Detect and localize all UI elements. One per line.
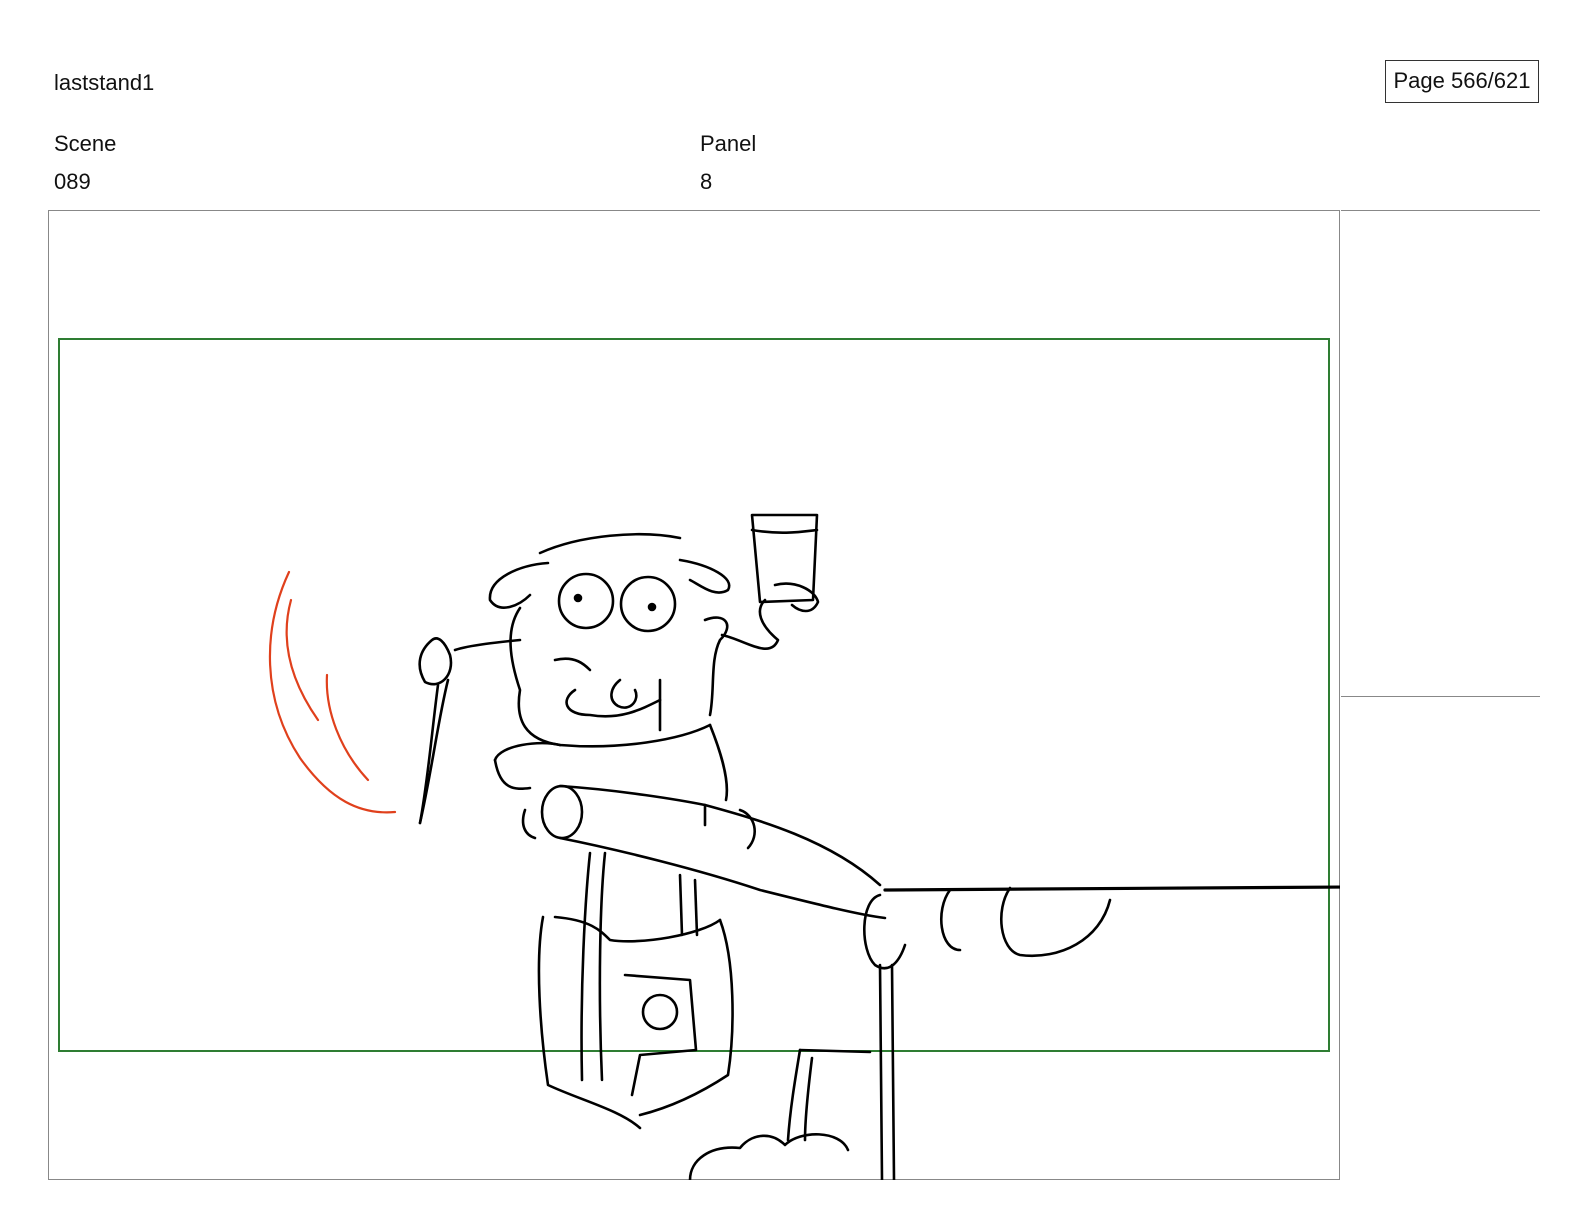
motion-lines <box>268 570 397 814</box>
scene-value: 089 <box>54 169 91 194</box>
storyboard-sketch <box>58 338 1340 1180</box>
notes-divider-middle <box>1341 696 1540 697</box>
page-indicator: Page 566/621 <box>1385 60 1539 103</box>
panel-label: Panel <box>700 131 757 156</box>
notes-divider-top <box>1341 210 1540 211</box>
character-sketch <box>418 513 1340 1180</box>
safe-area-rect <box>58 338 1330 1052</box>
panel-value: 8 <box>700 169 713 194</box>
scene-label: Scene <box>54 131 117 156</box>
project-name: laststand1 <box>54 70 155 95</box>
